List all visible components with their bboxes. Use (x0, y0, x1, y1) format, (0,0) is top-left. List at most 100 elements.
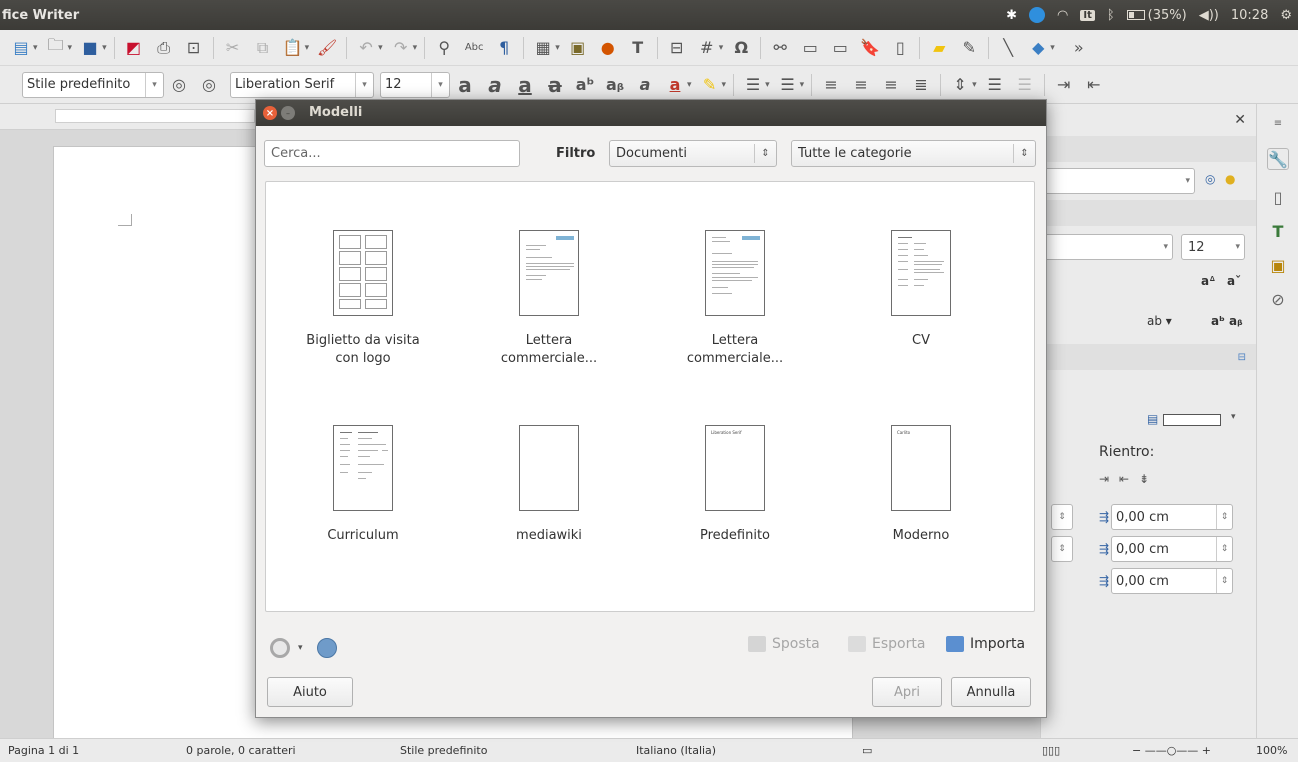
template-item[interactable]: Carlito Moderno (831, 425, 1011, 545)
paragraph-background-icon[interactable]: ▤ (1147, 412, 1158, 426)
template-item[interactable]: Liberation Serif Predefinito (645, 425, 825, 545)
character-shadow-icon[interactable]: aᵇ aᵦ (1211, 314, 1243, 328)
chevron-down-icon[interactable]: ▾ (355, 72, 373, 97)
category-select[interactable]: Tutte le categorie ⇕ (791, 140, 1036, 167)
undo-icon[interactable]: ↶ (355, 37, 377, 59)
endnote-icon[interactable]: ▭ (829, 37, 851, 59)
insert-table-icon[interactable]: ▦ (532, 37, 554, 59)
stepper-arrows-icon[interactable]: ⇕ (1216, 569, 1232, 593)
chevron-down-icon[interactable]: ▾ (687, 80, 692, 90)
chevron-down-icon[interactable]: ▾ (33, 43, 38, 53)
word-count[interactable]: 0 parole, 0 caratteri (186, 744, 296, 757)
filter-select[interactable]: Documenti ⇕ (609, 140, 777, 167)
settings-gear-icon[interactable] (270, 638, 290, 658)
cross-reference-icon[interactable]: ▯ (889, 37, 911, 59)
indent-after-field[interactable]: 0,00 cm ⇕ (1111, 536, 1233, 562)
increase-paragraph-spacing-icon[interactable]: ☰ (984, 74, 1006, 96)
line-spacing-icon[interactable]: ⇕ (949, 74, 971, 96)
chevron-down-icon[interactable]: ▾ (1231, 412, 1236, 422)
insert-page-break-icon[interactable]: ⊟ (666, 37, 688, 59)
footnote-icon[interactable]: ▭ (799, 37, 821, 59)
align-center-icon[interactable]: ≡ (850, 74, 872, 96)
chevron-down-icon[interactable]: ▾ (555, 43, 560, 53)
insert-mode-icon[interactable]: ▭ (862, 744, 872, 757)
template-item[interactable]: mediawiki (459, 425, 639, 545)
stepper-arrows-icon[interactable]: ⇕ (1052, 505, 1072, 529)
page-count[interactable]: Pagina 1 di 1 (8, 744, 79, 757)
chevron-down-icon[interactable]: ▾ (68, 43, 73, 53)
underline-icon[interactable]: a (514, 73, 536, 97)
decrease-paragraph-spacing-icon[interactable]: ☰ (1014, 74, 1036, 96)
decrease-indent-icon[interactable]: ⇤ (1119, 472, 1129, 486)
insert-image-icon[interactable]: ▣ (567, 37, 589, 59)
chevron-down-icon[interactable]: ▾ (378, 43, 383, 53)
chevron-down-icon[interactable]: ▾ (145, 72, 163, 97)
clear-formatting-icon[interactable]: a (634, 74, 656, 96)
print-preview-icon[interactable]: ⊡ (183, 37, 205, 59)
volume-icon[interactable]: ◀)) (1199, 8, 1219, 23)
update-style-icon[interactable]: ◎ (168, 74, 190, 96)
insert-textbox-icon[interactable]: T (627, 37, 649, 59)
system-gear-icon[interactable]: ⚙ (1280, 8, 1292, 23)
clock[interactable]: 10:28 (1231, 8, 1268, 23)
cut-icon[interactable]: ✂ (222, 37, 244, 59)
new-style-icon[interactable]: ◎ (198, 74, 220, 96)
font-size-select[interactable]: 12 ▾ (380, 71, 450, 98)
dropbox-icon[interactable]: ✱ (1006, 8, 1017, 23)
zoom-slider[interactable]: − ——○—— + (1132, 744, 1211, 757)
update-style-icon[interactable]: ◎ (1205, 172, 1215, 186)
indent-before-field[interactable]: 0,00 cm ⇕ (1111, 504, 1233, 530)
sidebar-character-header[interactable] (1041, 200, 1257, 226)
redo-icon[interactable]: ↷ (390, 37, 412, 59)
align-left-icon[interactable]: ≡ (820, 74, 842, 96)
paragraph-background-color[interactable] (1163, 414, 1221, 426)
chevron-down-icon[interactable]: ▾ (800, 80, 805, 90)
print-icon[interactable]: ⎙ (153, 37, 175, 59)
bold-icon[interactable]: a (454, 73, 476, 97)
track-changes-icon[interactable]: ✎ (958, 37, 980, 59)
new-style-icon[interactable]: ● (1225, 172, 1235, 186)
chevron-down-icon[interactable]: ▾ (1050, 43, 1055, 53)
increase-indent-icon[interactable]: ⇥ (1053, 74, 1075, 96)
font-color-icon[interactable]: a (664, 74, 686, 96)
import-button[interactable]: Importa (946, 636, 1025, 652)
export-button[interactable]: Esporta (848, 636, 925, 652)
template-item[interactable]: Curriculum (273, 425, 453, 545)
copy-icon[interactable]: ⧉ (252, 37, 274, 59)
wifi-icon[interactable]: ◠ (1057, 8, 1068, 23)
chevron-down-icon[interactable]: ▾ (1235, 242, 1240, 252)
sidebar-section-header[interactable] (1041, 136, 1257, 162)
navigator-icon[interactable]: ⊘ (1267, 288, 1289, 310)
gallery-icon[interactable]: ▣ (1267, 254, 1289, 276)
battery-indicator[interactable]: (35%) (1126, 8, 1187, 23)
chevron-down-icon[interactable]: ▾ (719, 43, 724, 53)
find-replace-icon[interactable]: ⚲ (433, 37, 455, 59)
stepper-arrows-icon[interactable]: ⇕ (1052, 537, 1072, 561)
collapse-icon[interactable]: ⊟ (1238, 352, 1246, 363)
hanging-indent-icon[interactable]: ⇟ (1139, 472, 1149, 486)
save-icon[interactable]: ■ (79, 37, 101, 59)
stepper-arrows-icon[interactable]: ⇕ (1216, 537, 1232, 561)
chevron-down-icon[interactable]: ▾ (722, 80, 727, 90)
formatting-marks-icon[interactable]: ¶ (493, 37, 515, 59)
paste-icon[interactable]: 📋 (282, 37, 304, 59)
stepper-arrows-icon[interactable]: ⇕ (1216, 505, 1232, 529)
cloud-icon[interactable] (1029, 7, 1045, 23)
basic-shapes-icon[interactable]: ◆ (1027, 37, 1049, 59)
chevron-down-icon[interactable]: ▾ (102, 43, 107, 53)
character-spacing-icon[interactable]: ab ▾ (1147, 314, 1172, 328)
below-spacing-stepper[interactable]: ⇕ (1051, 536, 1073, 562)
strikethrough-icon[interactable]: a (544, 73, 566, 97)
keyboard-layout-icon[interactable]: It (1080, 9, 1095, 21)
chevron-down-icon[interactable]: ▾ (765, 80, 770, 90)
sidebar-font-size-field[interactable]: 12 ▾ (1181, 234, 1245, 260)
font-name-select[interactable]: Liberation Serif ▾ (230, 71, 374, 98)
line-icon[interactable]: ╲ (997, 37, 1019, 59)
hyperlink-icon[interactable]: ⚯ (769, 37, 791, 59)
highlight-icon[interactable]: ✎ (699, 74, 721, 96)
sidebar-paragraph-header[interactable] (1041, 344, 1257, 370)
chevron-down-icon[interactable]: ▾ (431, 72, 449, 97)
close-icon[interactable]: × (263, 106, 277, 120)
subscript-icon[interactable]: aᵦ (604, 74, 626, 96)
search-input[interactable] (264, 140, 520, 167)
